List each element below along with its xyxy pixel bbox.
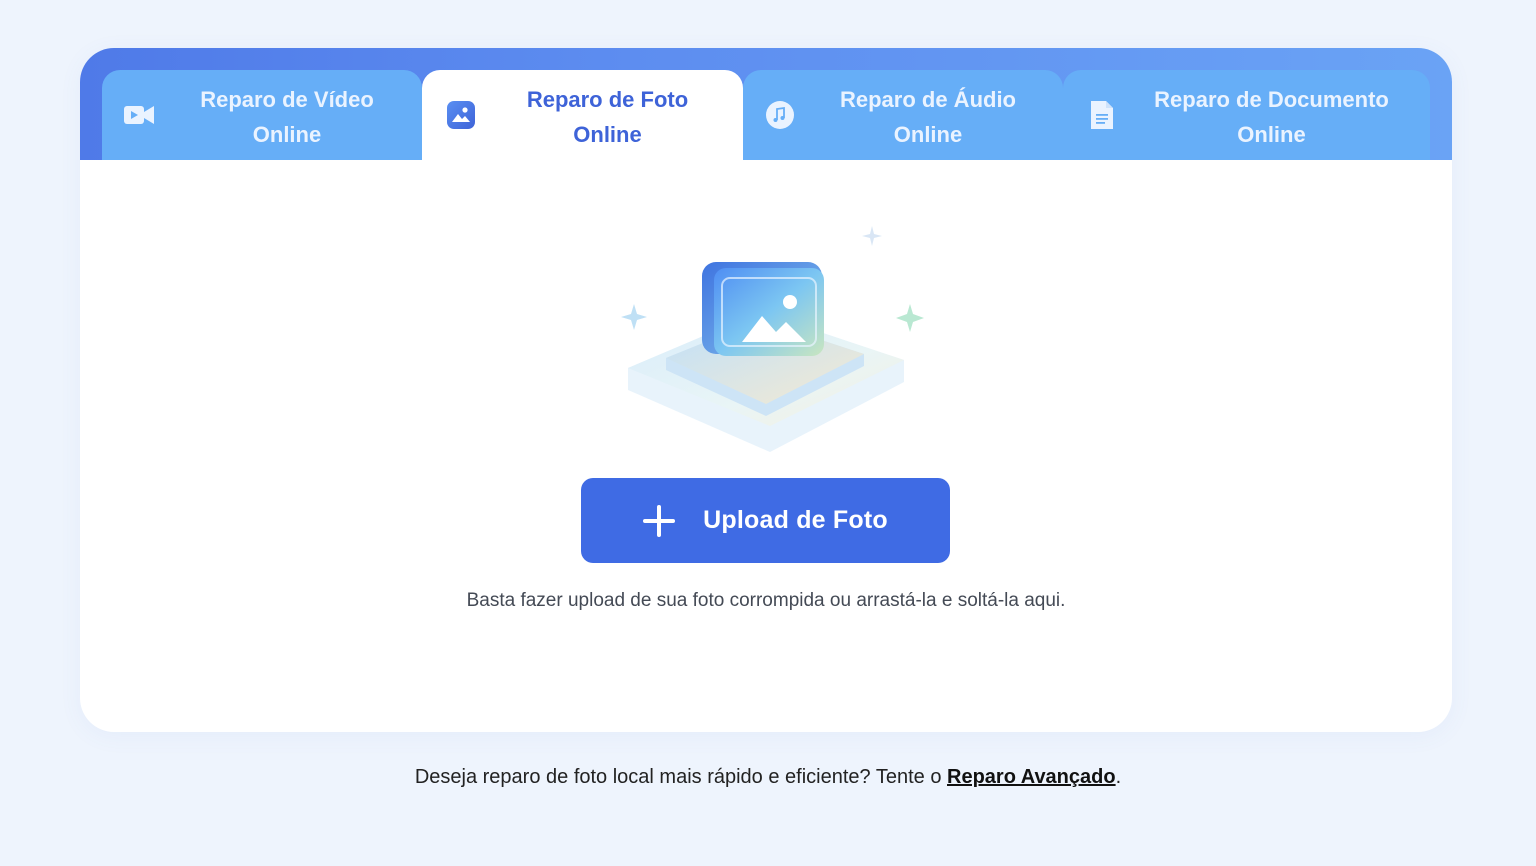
tab-document-repair[interactable]: Reparo de Documento Online [1063,70,1430,160]
upload-button-label: Upload de Foto [703,506,888,534]
photo-upload-illustration [621,226,924,452]
document-icon [1087,100,1117,130]
tab-label: Reparo de Foto Online [526,87,689,147]
video-camera-icon [124,100,154,130]
footer-suffix: . [1115,766,1122,788]
upload-hint: Basta fazer upload de sua foto corrompid… [466,590,1066,611]
footer-note: Deseja reparo de foto local mais rápido … [0,766,1536,789]
tab-video-repair[interactable]: Reparo de Vídeo Online [102,70,422,160]
plus-icon [643,504,676,537]
music-note-icon [765,100,795,130]
tab-label: Reparo de Áudio Online [839,87,1016,147]
page: Reparo de Vídeo Online Reparo de Foto On… [0,0,1536,866]
image-icon [446,100,476,130]
footer-text: Deseja reparo de foto local mais rápido … [414,766,948,788]
tab-bar: Reparo de Vídeo Online Reparo de Foto On… [80,48,1452,160]
advanced-repair-link[interactable]: Reparo Avançado [947,766,1116,788]
tab-audio-repair[interactable]: Reparo de Áudio Online [743,70,1063,160]
tab-label: Reparo de Documento Online [1154,87,1389,147]
upload-photo-button[interactable]: Upload de Foto [581,478,950,563]
tab-photo-repair[interactable]: Reparo de Foto Online [422,70,743,160]
tab-label: Reparo de Vídeo Online [200,87,374,147]
